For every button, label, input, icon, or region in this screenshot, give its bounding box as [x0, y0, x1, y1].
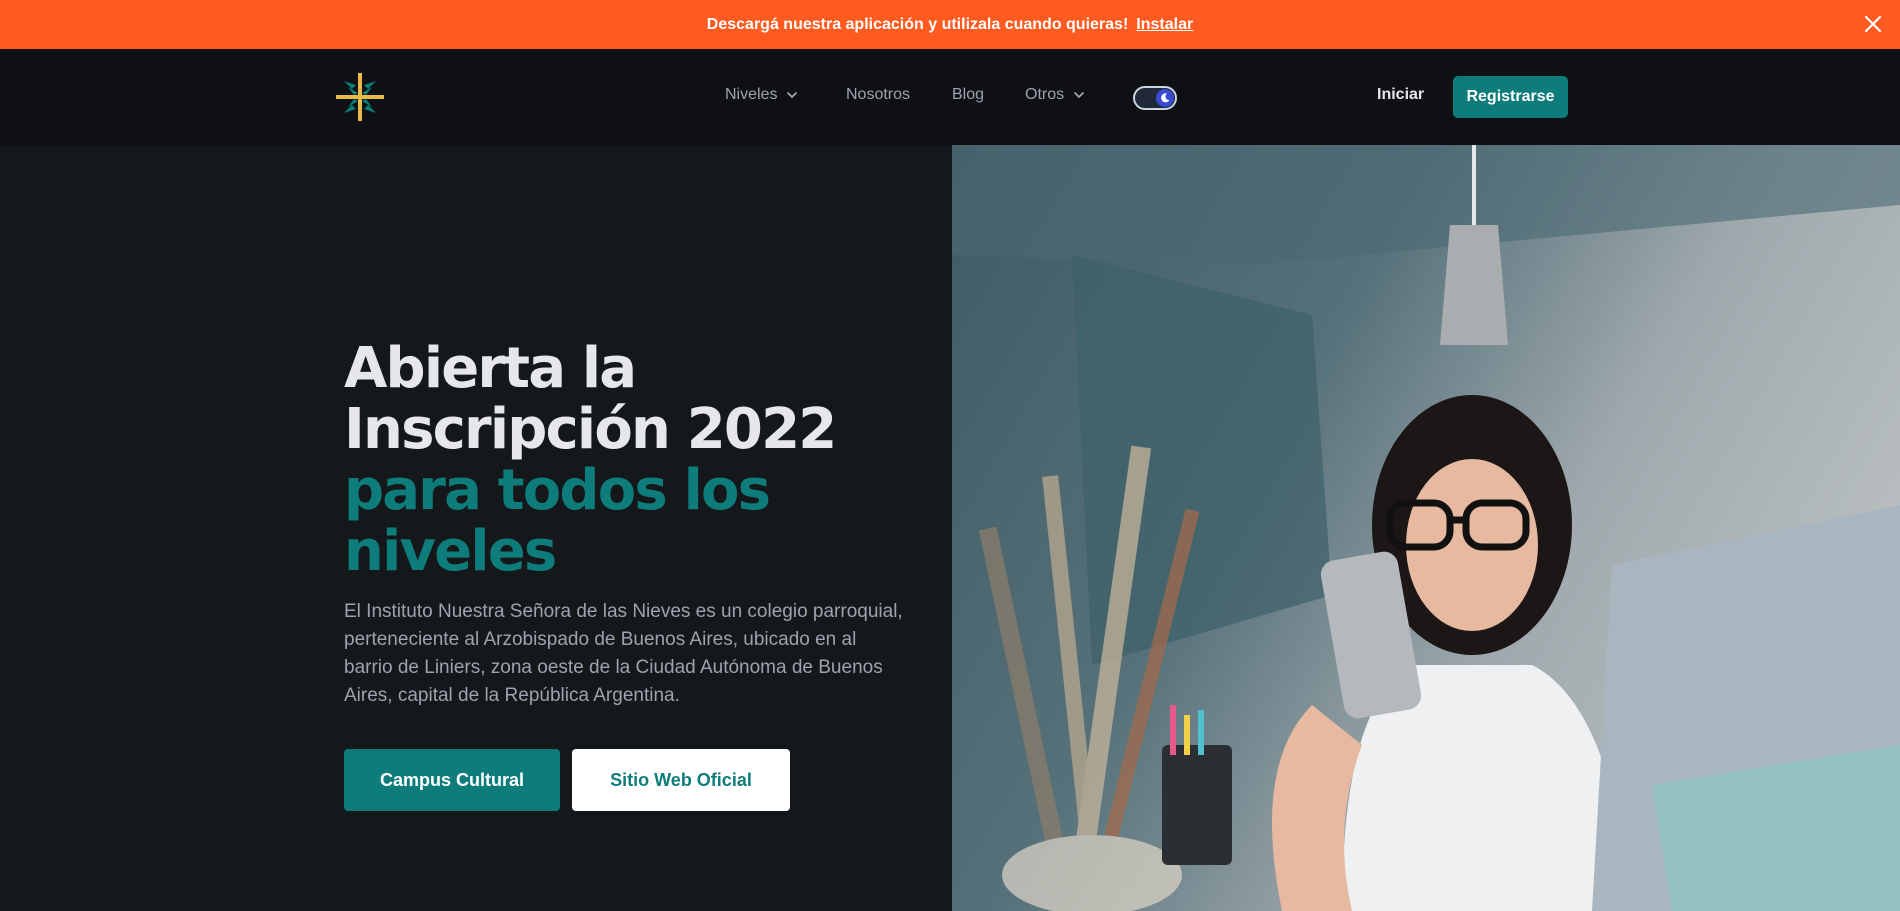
cross-logo-icon[interactable]	[334, 71, 386, 123]
headline-line-2: para todos los niveles	[344, 458, 771, 584]
chevron-down-icon	[787, 92, 798, 99]
theme-toggle[interactable]	[1133, 86, 1177, 110]
nav-niveles[interactable]: Niveles	[725, 86, 799, 104]
app-install-banner: Descargá nuestra aplicación y utilizala …	[0, 0, 1900, 49]
hero-headline: Abierta la Inscripción 2022 para todos l…	[344, 338, 904, 582]
nav-otros[interactable]: Otros	[1025, 86, 1086, 104]
navbar: Niveles Nosotros Blog Otros Iniciar Regi…	[0, 49, 1900, 145]
banner-message: Descargá nuestra aplicación y utilizala …	[706, 15, 1129, 33]
nav-otros-label: Otros	[1025, 86, 1065, 103]
official-website-button[interactable]: Sitio Web Oficial	[572, 749, 790, 811]
nav-nosotros[interactable]: Nosotros	[846, 86, 910, 104]
chevron-down-icon	[1074, 92, 1085, 99]
nav-niveles-label: Niveles	[725, 86, 778, 103]
moon-icon	[1156, 89, 1174, 107]
nav-nosotros-label: Nosotros	[846, 86, 911, 103]
install-link[interactable]: Instalar	[1136, 16, 1193, 34]
campus-cultural-button[interactable]: Campus Cultural	[344, 749, 560, 811]
hero-description: El Instituto Nuestra Señora de las Nieve…	[344, 601, 903, 706]
woman-with-phone-photo	[952, 145, 1900, 911]
headline-line-1: Abierta la Inscripción 2022	[344, 336, 837, 462]
nav-blog[interactable]: Blog	[952, 86, 984, 104]
register-button[interactable]: Registrarse	[1453, 76, 1568, 118]
close-icon[interactable]	[1862, 13, 1884, 35]
login-link[interactable]: Iniciar	[1377, 86, 1424, 104]
nav-blog-label: Blog	[952, 86, 985, 103]
